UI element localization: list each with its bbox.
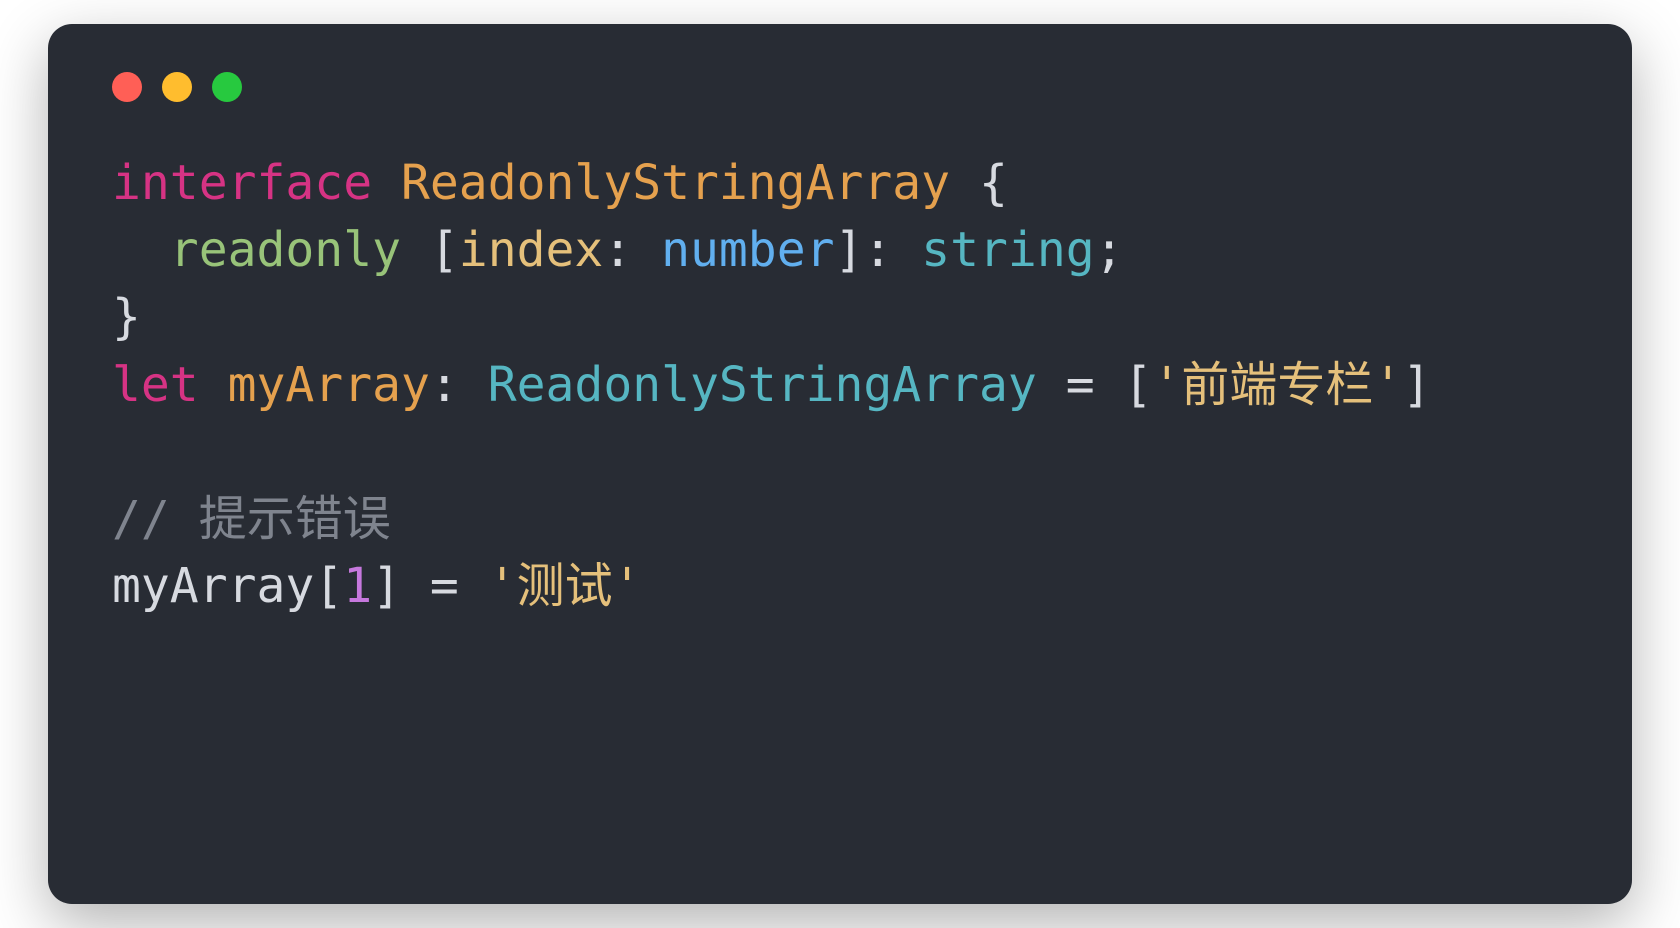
- whitespace: [372, 155, 401, 211]
- bracket-open: [: [1124, 357, 1153, 413]
- minimize-icon: [162, 72, 192, 102]
- string-literal: 测试: [517, 558, 613, 614]
- maximize-icon: [212, 72, 242, 102]
- code-block: interface ReadonlyStringArray { readonly…: [112, 150, 1568, 620]
- whitespace: [1037, 357, 1066, 413]
- indent: [112, 222, 170, 278]
- whitespace: [459, 357, 488, 413]
- string-quote: ': [1373, 357, 1402, 413]
- whitespace: [1095, 357, 1124, 413]
- whitespace: [950, 155, 979, 211]
- comment: // 提示错误: [112, 491, 391, 547]
- traffic-lights: [112, 72, 1568, 102]
- colon: :: [603, 222, 632, 278]
- bracket-open: [: [430, 222, 459, 278]
- brace-close: }: [112, 289, 141, 345]
- bracket-close: ]: [835, 222, 864, 278]
- colon: :: [430, 357, 459, 413]
- whitespace: [401, 558, 430, 614]
- colon: :: [863, 222, 892, 278]
- number-literal: 1: [343, 558, 372, 614]
- identifier: myArray: [112, 558, 314, 614]
- close-icon: [112, 72, 142, 102]
- code-window: interface ReadonlyStringArray { readonly…: [48, 24, 1632, 904]
- whitespace: [199, 357, 228, 413]
- type-number: number: [661, 222, 834, 278]
- bracket-open: [: [314, 558, 343, 614]
- identifier: myArray: [228, 357, 430, 413]
- equals: =: [1066, 357, 1095, 413]
- bracket-close: ]: [1402, 357, 1431, 413]
- keyword-interface: interface: [112, 155, 372, 211]
- param-name: index: [459, 222, 604, 278]
- whitespace: [459, 558, 488, 614]
- string-literal: 前端专栏: [1181, 357, 1373, 413]
- type-string: string: [921, 222, 1094, 278]
- semicolon: ;: [1095, 222, 1124, 278]
- keyword-let: let: [112, 357, 199, 413]
- equals: =: [430, 558, 459, 614]
- whitespace: [892, 222, 921, 278]
- brace-open: {: [979, 155, 1008, 211]
- class-name: ReadonlyStringArray: [401, 155, 950, 211]
- string-quote: ': [488, 558, 517, 614]
- type-annotation: ReadonlyStringArray: [488, 357, 1037, 413]
- bracket-close: ]: [372, 558, 401, 614]
- string-quote: ': [1152, 357, 1181, 413]
- whitespace: [401, 222, 430, 278]
- string-quote: ': [613, 558, 642, 614]
- whitespace: [632, 222, 661, 278]
- keyword-readonly: readonly: [170, 222, 401, 278]
